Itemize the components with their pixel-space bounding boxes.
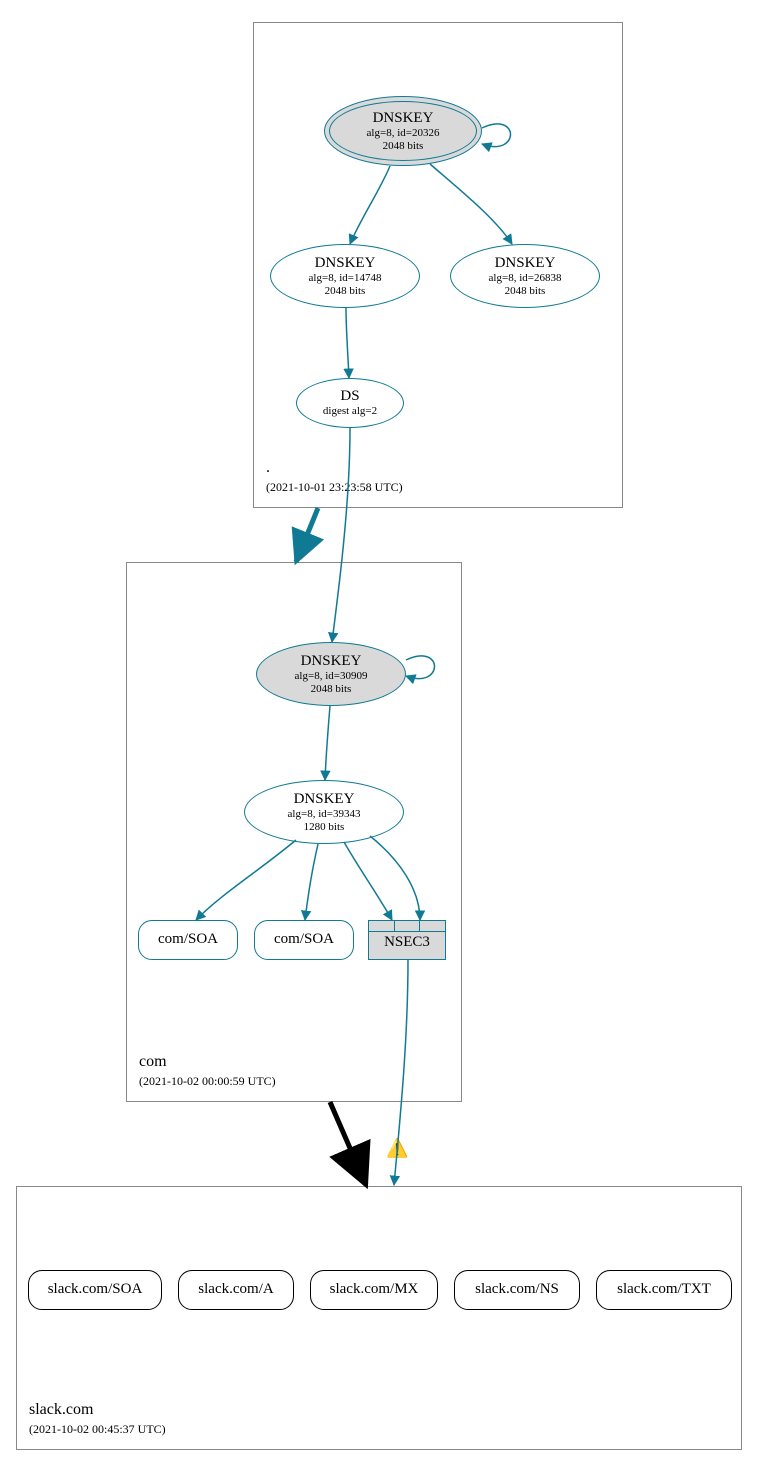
- slack-txt: slack.com/TXT: [596, 1270, 732, 1310]
- root-ksk-dnskey: DNSKEY alg=8, id=20326 2048 bits: [324, 96, 482, 166]
- slack-soa: slack.com/SOA: [28, 1270, 162, 1310]
- zone-root-ts: (2021-10-01 23:23:58 UTC): [266, 480, 403, 495]
- node-sub2: 2048 bits: [383, 140, 424, 153]
- slack-a: slack.com/A: [178, 1270, 294, 1310]
- zone-com-name: com: [139, 1053, 167, 1071]
- nsec3-box: NSEC3: [368, 920, 446, 960]
- com-zsk-dnskey: DNSKEY alg=8, id=39343 1280 bits: [244, 780, 404, 844]
- com-soa-2: com/SOA: [254, 920, 354, 960]
- zone-slack-ts: (2021-10-02 00:45:37 UTC): [29, 1422, 166, 1437]
- root-zsk2-dnskey: DNSKEY alg=8, id=26838 2048 bits: [450, 244, 600, 308]
- warning-icon: ⚠️: [386, 1138, 408, 1159]
- slack-mx: slack.com/MX: [310, 1270, 438, 1310]
- node-title: DNSKEY: [373, 110, 434, 127]
- com-soa-1: com/SOA: [138, 920, 238, 960]
- root-zsk1-dnskey: DNSKEY alg=8, id=14748 2048 bits: [270, 244, 420, 308]
- zone-slack: slack.com (2021-10-02 00:45:37 UTC): [16, 1186, 742, 1450]
- root-ds: DS digest alg=2: [296, 378, 404, 428]
- node-sub1: alg=8, id=20326: [367, 127, 440, 140]
- zone-com-ts: (2021-10-02 00:00:59 UTC): [139, 1074, 276, 1089]
- slack-ns: slack.com/NS: [454, 1270, 580, 1310]
- com-ksk-dnskey: DNSKEY alg=8, id=30909 2048 bits: [256, 642, 406, 706]
- zone-root-name: .: [266, 459, 270, 477]
- zone-slack-name: slack.com: [29, 1401, 93, 1419]
